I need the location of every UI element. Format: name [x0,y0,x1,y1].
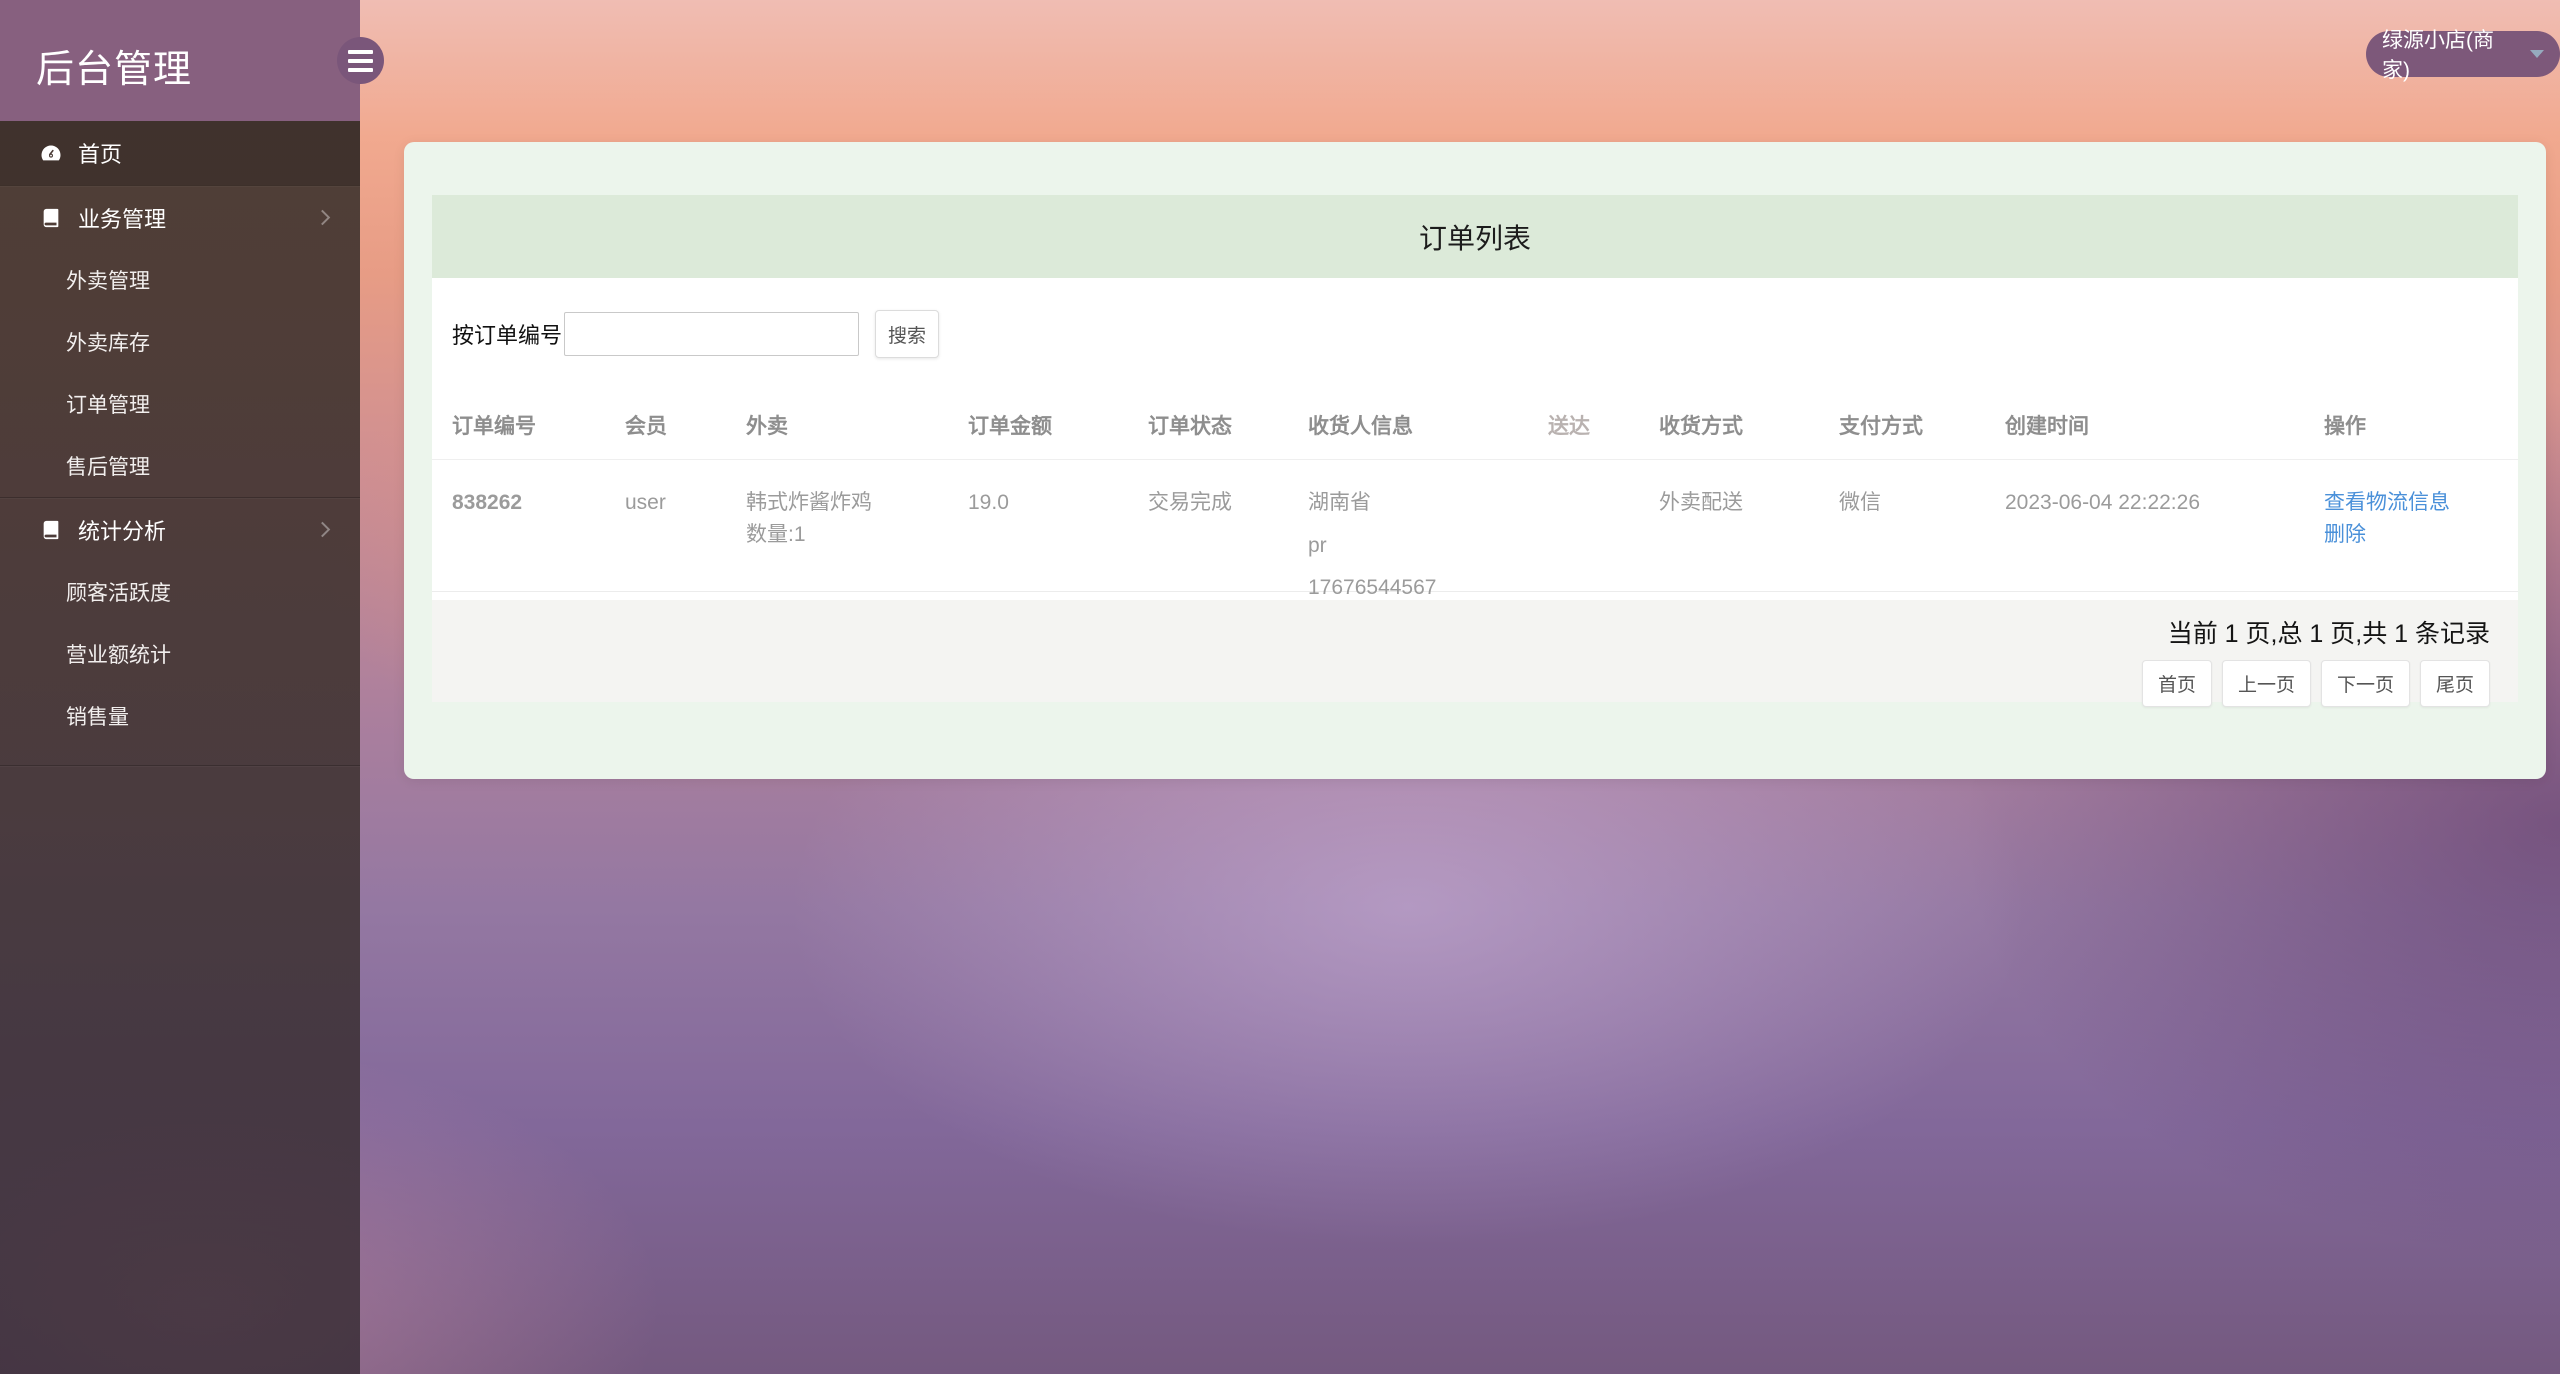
amount-cell: 19.0 [968,491,1009,514]
col-header-amount: 订单金额 [968,414,1052,438]
sidebar-section-business[interactable]: 业务管理 [0,185,360,249]
sidebar-item-sales-volume[interactable]: 销售量 [0,685,360,747]
col-header-receiver: 收货人信息 [1308,414,1413,438]
payment-cell: 微信 [1839,491,1881,514]
order-list-card: 订单列表 按订单编号 搜索 订单编号 会员 外卖 订单金额 订单状态 收货人信息… [404,142,2546,779]
next-page-button[interactable]: 下一页 [2320,660,2410,707]
sidebar-item-home[interactable]: 首页 [0,121,360,185]
chevron-right-icon [314,521,331,538]
panel-title-band: 订单列表 [432,195,2518,278]
col-header-member: 会员 [625,414,667,438]
dashboard-icon [38,141,64,165]
sidebar-item-revenue-statistics[interactable]: 营业额统计 [0,623,360,685]
col-header-payment: 支付方式 [1839,414,1923,438]
first-page-button[interactable]: 首页 [2141,660,2212,707]
created-at-cell: 2023-06-04 22:22:26 [2005,491,2200,514]
book-icon [38,206,64,230]
col-header-created-at: 创建时间 [2005,414,2089,438]
sidebar: 后台管理 首页 业务管理 外卖管理 外卖库存 订单管理 售后管理 统计分析 顾客… [0,0,384,1374]
actions-cell: 查看物流信息 删除 [2324,460,2518,615]
panel-body: 按订单编号 搜索 订单编号 会员 外卖 订单金额 订单状态 收货人信息 送达 收… [432,278,2518,707]
hamburger-icon [348,49,373,54]
delivery-method-cell: 外卖配送 [1659,491,1743,514]
delivered-cell [1548,460,1659,615]
delete-link[interactable]: 删除 [2324,519,2518,551]
sidebar-item-customer-activity[interactable]: 顾客活跃度 [0,561,360,623]
book-icon [38,518,64,542]
sidebar-item-label: 首页 [78,142,123,167]
caret-down-icon [2530,50,2544,58]
col-header-order-no: 订单编号 [452,414,536,438]
pagination: 当前 1 页,总 1 页,共 1 条记录 首页 上一页 下一页 尾页 [432,600,2518,707]
merchant-dropdown[interactable]: 绿源小店(商家) [2366,29,2560,82]
sidebar-header: 后台管理 [0,0,384,121]
sidebar-menu: 首页 业务管理 外卖管理 外卖库存 订单管理 售后管理 统计分析 顾客活跃度 营… [0,121,360,766]
last-page-button[interactable]: 尾页 [2419,660,2490,707]
table-row: 838262 user 韩式炸酱炸鸡 数量:1 19.0 交易完成 湖南省 pr… [432,460,2518,599]
sidebar-item-aftersale-management[interactable]: 售后管理 [0,435,360,497]
sidebar-section-label: 统计分析 [78,518,167,544]
search-button[interactable]: 搜索 [875,310,940,358]
col-header-status: 订单状态 [1148,414,1232,438]
sidebar-section-label: 业务管理 [78,206,167,232]
table-header-row: 订单编号 会员 外卖 订单金额 订单状态 收货人信息 送达 收货方式 支付方式 … [432,390,2518,460]
status-cell: 交易完成 [1148,491,1232,514]
page-title: 订单列表 [1418,222,1531,254]
order-no-input[interactable] [564,312,860,356]
app-title: 后台管理 [36,49,193,91]
sidebar-section-statistics[interactable]: 统计分析 [0,497,360,561]
chevron-right-icon [314,209,331,226]
prev-page-button[interactable]: 上一页 [2221,660,2311,707]
takeout-qty: 数量:1 [746,522,806,546]
menu-toggle-button[interactable] [337,37,384,84]
member-cell: user [625,491,666,514]
view-logistics-link[interactable]: 查看物流信息 [2324,487,2518,519]
receiver-cell: 湖南省 pr 17676544567 [1308,491,1437,599]
col-header-delivery-method: 收货方式 [1659,414,1743,438]
col-header-delivered: 送达 [1548,414,1590,438]
search-bar: 按订单编号 搜索 [432,278,2518,390]
divider [0,765,360,766]
takeout-cell: 韩式炸酱炸鸡 数量:1 [746,460,968,615]
col-header-takeout: 外卖 [746,414,788,438]
sidebar-item-order-management[interactable]: 订单管理 [0,373,360,435]
merchant-label: 绿源小店(商家) [2382,29,2494,82]
takeout-name: 韩式炸酱炸鸡 [746,491,872,514]
sidebar-item-takeout-management[interactable]: 外卖管理 [0,249,360,311]
sidebar-item-takeout-inventory[interactable]: 外卖库存 [0,311,360,373]
order-number: 838262 [452,491,523,514]
col-header-actions: 操作 [2324,414,2366,438]
search-label: 按订单编号 [452,323,563,348]
